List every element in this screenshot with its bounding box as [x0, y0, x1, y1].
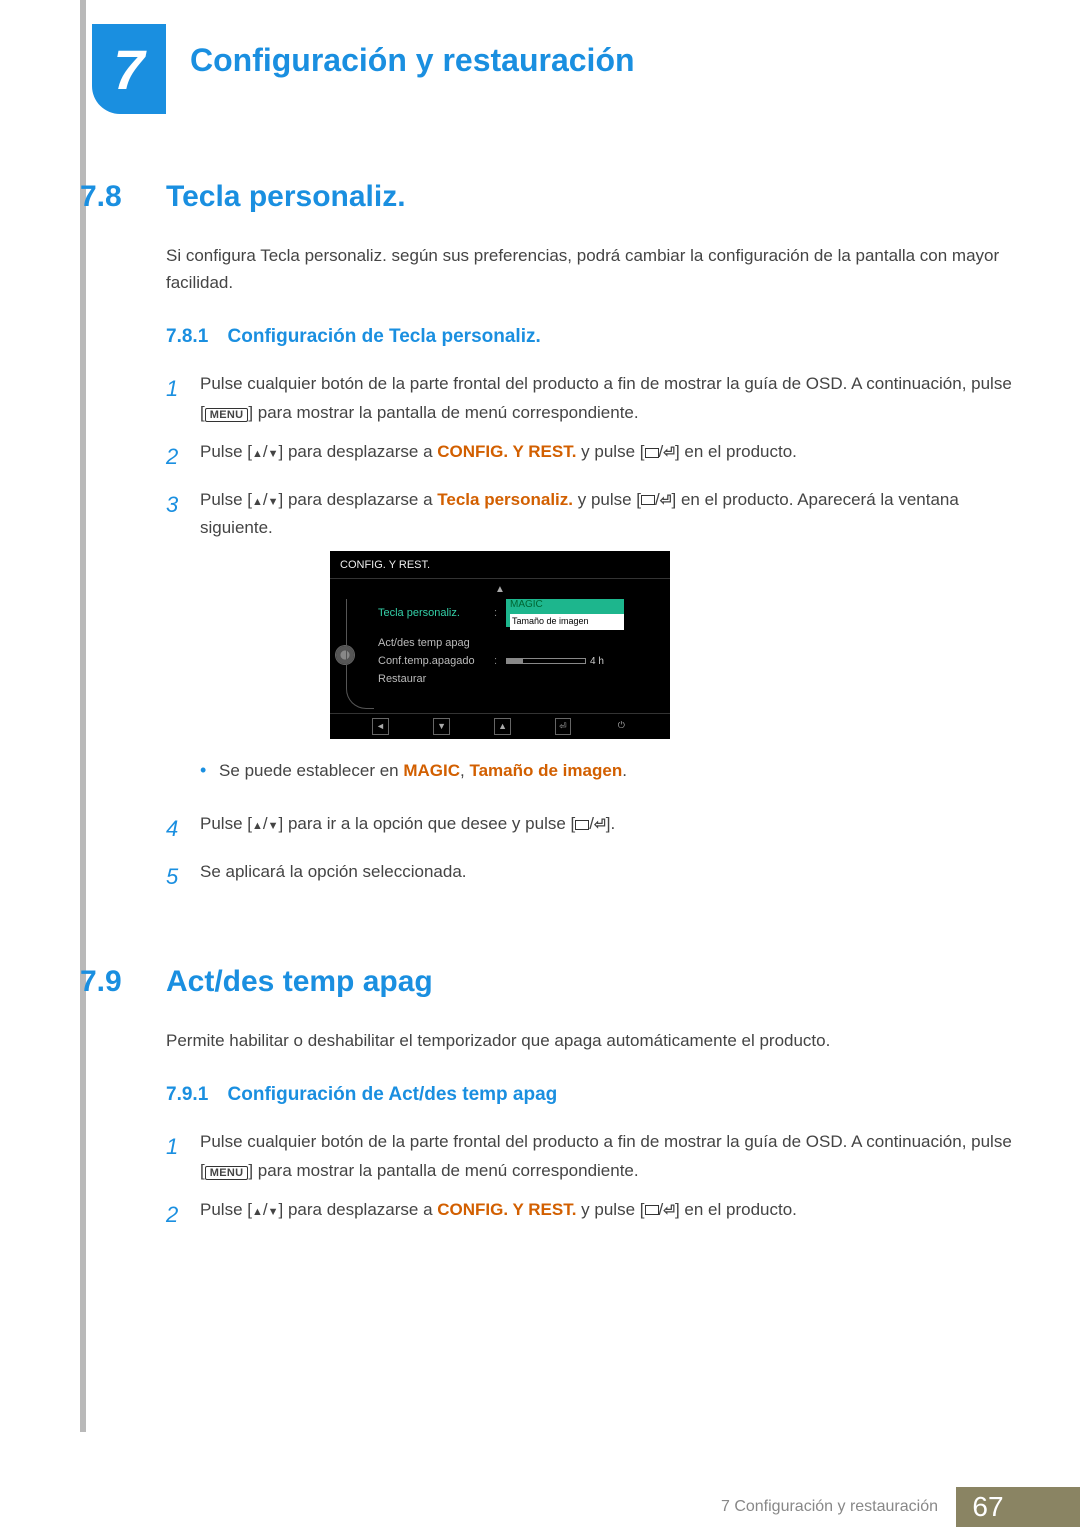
subsection-number: 7.9.1 — [166, 1084, 208, 1105]
osd-menu: Tecla personaliz. : MAGIC Tamaño de imag… — [360, 600, 670, 710]
osd-title: CONFIG. Y REST. — [330, 551, 670, 578]
page-number: 67 — [956, 1487, 1020, 1527]
triangle-down-icon — [268, 814, 279, 833]
rect-icon — [641, 495, 655, 505]
osd-nav-up-icon: ▲ — [494, 718, 511, 735]
step-1: 1 Pulse cualquier botón de la parte fron… — [166, 370, 1020, 428]
step-number: 3 — [166, 486, 186, 801]
osd-colon: : — [494, 604, 500, 623]
osd-body: Tecla personaliz. : MAGIC Tamaño de imag… — [330, 600, 670, 710]
chapter-title: Configuración y restauración — [190, 42, 635, 79]
enter-icon — [663, 1200, 675, 1219]
footer-color-tail — [1020, 1487, 1080, 1527]
osd-row-conftemp: Conf.temp.apagado : 4 h — [378, 652, 662, 670]
osd-item-label: Restaurar — [378, 670, 488, 689]
step-4: 4 Pulse [/] para ir a la opción que dese… — [166, 810, 1020, 847]
step-number: 4 — [166, 810, 186, 847]
section-number: 7.9 — [80, 965, 142, 999]
enter-icon — [594, 814, 606, 833]
osd-colon: : — [494, 652, 500, 671]
section-7-8-heading: 7.8 Tecla personaliz. — [80, 180, 1020, 214]
step-2: 2 Pulse [/] para desplazarse a CONFIG. Y… — [166, 438, 1020, 475]
subsection-7-9-1-heading: 7.9.1 Configuración de Act/des temp apag — [166, 1084, 1020, 1106]
step-text: Pulse cualquier botón de la parte fronta… — [200, 1128, 1020, 1186]
step-2: 2 Pulse [/] para desplazarse a CONFIG. Y… — [166, 1196, 1020, 1233]
step-number: 1 — [166, 370, 186, 428]
step-number: 5 — [166, 858, 186, 895]
triangle-up-icon — [252, 1200, 263, 1219]
enter-icon — [660, 490, 672, 509]
tecla-personaliz-label: Tecla personaliz. — [437, 490, 573, 509]
config-rest-label: CONFIG. Y REST. — [437, 442, 576, 461]
footer-chapter-label: 7 Configuración y restauración — [0, 1487, 956, 1527]
magic-label: MAGIC — [403, 761, 460, 780]
osd-slider: 4 h — [506, 653, 604, 670]
osd-item-label: Tecla personaliz. — [378, 604, 488, 623]
subsection-number: 7.8.1 — [166, 326, 208, 347]
osd-nav-enter-icon: ⏎ — [555, 718, 571, 735]
triangle-down-icon — [268, 1200, 279, 1219]
osd-nav-down-icon: ▼ — [433, 718, 450, 735]
osd-footer-icons: ◄ ▼ ▲ ⏎ ⏻ — [330, 713, 670, 735]
page-footer: 7 Configuración y restauración 67 — [0, 1487, 1080, 1527]
section-7-9-heading: 7.9 Act/des temp apag — [80, 965, 1020, 999]
osd-power-icon: ⏻ — [615, 718, 628, 735]
step-text: Pulse [/] para ir a la opción que desee … — [200, 810, 1020, 847]
osd-row-tecla: Tecla personaliz. : MAGIC Tamaño de imag… — [378, 604, 662, 622]
rect-icon — [645, 448, 659, 458]
step-text: Pulse [/] para desplazarse a CONFIG. Y R… — [200, 1196, 1020, 1233]
enter-icon — [663, 442, 675, 461]
triangle-up-icon — [252, 442, 263, 461]
chapter-number-badge: 7 — [92, 24, 166, 114]
subsection-title: Configuración de Act/des temp apag — [228, 1084, 558, 1105]
step-3: 3 Pulse [/] para desplazarse a Tecla per… — [166, 486, 1020, 801]
osd-slider-value: 4 h — [590, 653, 604, 670]
subsection-title: Configuración de Tecla personaliz. — [228, 326, 541, 347]
osd-item-label: Conf.temp.apagado — [378, 652, 488, 671]
triangle-down-icon — [268, 442, 279, 461]
config-rest-label: CONFIG. Y REST. — [437, 1200, 576, 1219]
step-number: 1 — [166, 1128, 186, 1186]
bullet-dot-icon: • — [200, 760, 206, 780]
osd-curve-decoration — [346, 599, 374, 709]
section-title: Tecla personaliz. — [166, 180, 406, 214]
steps-7-9-1: 1 Pulse cualquier botón de la parte fron… — [166, 1128, 1020, 1233]
section-7-8-intro: Si configura Tecla personaliz. según sus… — [166, 242, 1020, 296]
triangle-down-icon — [268, 490, 279, 509]
chapter-number: 7 — [113, 37, 144, 102]
osd-item-label: Act/des temp apag — [378, 634, 488, 653]
osd-row-restaurar: Restaurar — [378, 670, 662, 688]
section-number: 7.8 — [80, 180, 142, 214]
osd-slider-fill — [507, 659, 523, 663]
rect-icon — [645, 1205, 659, 1215]
menu-key-icon: MENU — [205, 408, 249, 422]
step-text: Pulse [/] para desplazarse a Tecla perso… — [200, 486, 1020, 801]
step-1: 1 Pulse cualquier botón de la parte fron… — [166, 1128, 1020, 1186]
osd-row-actdes: Act/des temp apag — [378, 634, 662, 652]
step-text: Se aplicará la opción seleccionada. — [200, 858, 1020, 895]
steps-7-8-1: 1 Pulse cualquier botón de la parte fron… — [166, 370, 1020, 895]
rect-icon — [575, 820, 589, 830]
step-text: Pulse cualquier botón de la parte fronta… — [200, 370, 1020, 428]
osd-screenshot: CONFIG. Y REST. ▲ Tecla personaliz. : — [330, 551, 670, 739]
subsection-7-8-1-heading: 7.8.1 Configuración de Tecla personaliz. — [166, 326, 1020, 348]
osd-option-tamano: Tamaño de imagen — [510, 614, 624, 629]
osd-nav-back-icon: ◄ — [372, 718, 389, 735]
step-5: 5 Se aplicará la opción seleccionada. — [166, 858, 1020, 895]
osd-slider-track — [506, 658, 586, 664]
step-text: Pulse [/] para desplazarse a CONFIG. Y R… — [200, 438, 1020, 475]
triangle-up-icon — [252, 490, 263, 509]
osd-value-dropdown: MAGIC Tamaño de imagen — [506, 599, 624, 627]
menu-key-icon: MENU — [205, 1166, 249, 1180]
bullet-note: • Se puede establecer en MAGIC, Tamaño d… — [200, 755, 1020, 786]
triangle-up-icon — [252, 814, 263, 833]
section-title: Act/des temp apag — [166, 965, 433, 999]
osd-option-magic: MAGIC — [510, 596, 624, 613]
step-number: 2 — [166, 1196, 186, 1233]
step-number: 2 — [166, 438, 186, 475]
section-7-9-intro: Permite habilitar o deshabilitar el temp… — [166, 1027, 1020, 1054]
page-content: 7.8 Tecla personaliz. Si configura Tecla… — [80, 180, 1020, 1243]
tamano-label: Tamaño de imagen — [469, 761, 622, 780]
